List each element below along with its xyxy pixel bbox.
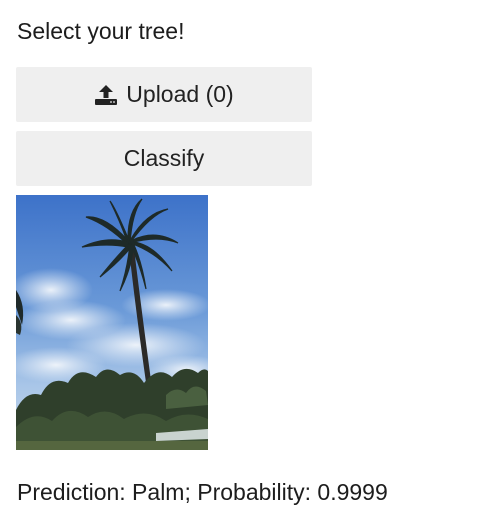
classify-button[interactable]: Classify [16, 131, 312, 186]
upload-button-label: Upload (0) [126, 81, 234, 107]
tree-preview-image [16, 195, 208, 450]
upload-icon [95, 84, 118, 105]
classify-button-label: Classify [123, 145, 205, 171]
prediction-result: Prediction: Palm; Probability: 0.9999 [17, 479, 388, 505]
page-heading: Select your tree! [17, 18, 185, 44]
upload-button[interactable]: Upload (0) [16, 67, 312, 122]
